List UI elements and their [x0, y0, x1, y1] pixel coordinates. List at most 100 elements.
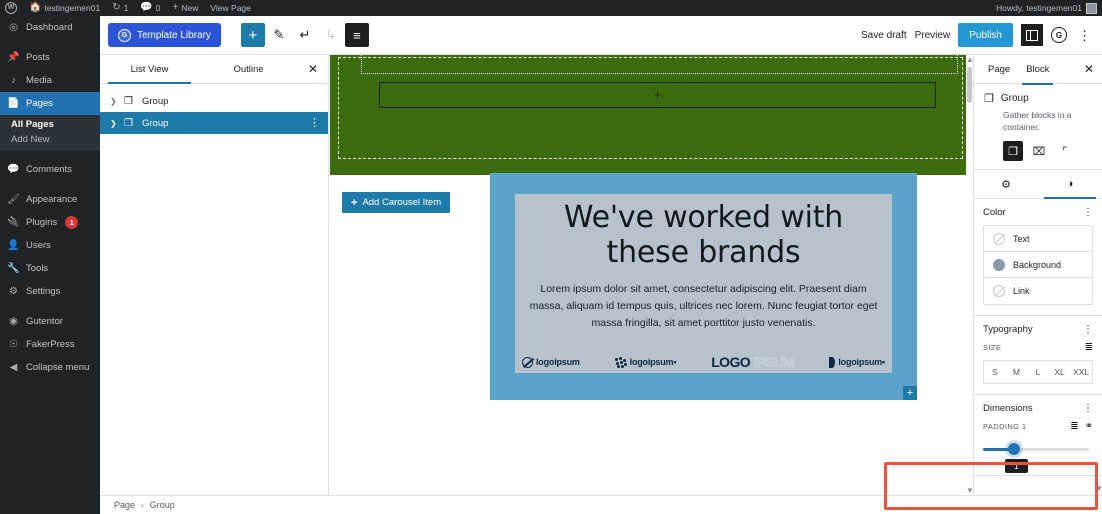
- sidebar-item-appearance[interactable]: 🖌 Appearance: [0, 188, 100, 211]
- group-row-icon[interactable]: ⌧: [1029, 141, 1049, 161]
- gutentor-icon[interactable]: G: [1051, 27, 1067, 43]
- scroll-up-arrow-icon[interactable]: ▲: [966, 55, 974, 64]
- tab-styles[interactable]: ◑: [1038, 170, 1102, 200]
- color-option-text[interactable]: Text: [984, 226, 1092, 253]
- page-title[interactable]: We've worked with these brands: [515, 194, 892, 271]
- color-swatch: [993, 258, 1005, 271]
- submenu-item-all-pages[interactable]: All Pages: [0, 117, 100, 132]
- brand-logo-1[interactable]: logoipsum: [522, 356, 580, 368]
- dimensions-panel: Dimensions ⋮ PADDING 1 ≣ ⚭ 1: [974, 395, 1102, 477]
- add-carousel-item-button[interactable]: + Add Carousel Item: [342, 192, 451, 213]
- sliders-icon[interactable]: ≣: [1070, 421, 1078, 432]
- list-item[interactable]: ❯ ❐ Group ⋮: [100, 112, 328, 134]
- kebab-menu-icon[interactable]: ⋮: [1083, 403, 1093, 414]
- chevron-right-icon[interactable]: ❯: [110, 97, 117, 106]
- canvas-scrollbar[interactable]: ▲ ▼: [966, 55, 974, 495]
- padding-row: PADDING 1 ≣ ⚭: [983, 421, 1093, 432]
- chevron-right-icon[interactable]: ❯: [110, 119, 117, 128]
- scroll-down-arrow-icon[interactable]: ▼: [966, 486, 974, 495]
- carousel-item-block-2[interactable]: +: [379, 82, 936, 108]
- home-icon: 🏠: [29, 2, 42, 13]
- brand-logo-3[interactable]: LOGO IPSUM: [711, 354, 795, 371]
- slider-track[interactable]: [983, 448, 1089, 452]
- sidebar-item-posts[interactable]: 📌 Posts: [0, 46, 100, 69]
- preview-button[interactable]: Preview: [915, 30, 951, 41]
- slider-handle[interactable]: [1008, 443, 1021, 456]
- template-library-button[interactable]: G Template Library: [108, 23, 221, 47]
- sidebar-item-settings[interactable]: ⚙ Settings: [0, 280, 100, 303]
- kebab-menu-icon[interactable]: ⋮: [1083, 207, 1093, 218]
- sidebar-item-dashboard[interactable]: ◎ Dashboard: [0, 16, 100, 39]
- sidebar-scroll-down-arrow-icon[interactable]: ▼: [1095, 484, 1102, 493]
- group-stretch-icon[interactable]: ⌜: [1055, 141, 1075, 161]
- tab-block[interactable]: Block: [1018, 55, 1057, 85]
- updates-menu[interactable]: ↻ 1: [106, 0, 134, 16]
- color-option-background[interactable]: Background: [984, 252, 1092, 279]
- close-icon[interactable]: ✕: [298, 55, 328, 83]
- sliders-icon[interactable]: ≣: [1085, 342, 1093, 353]
- sidebar-item-tools[interactable]: 🔧 Tools: [0, 257, 100, 280]
- editor-canvas[interactable]: + + Add Carousel Item We've worked with …: [329, 55, 973, 495]
- sidebar-item-collapse-menu[interactable]: ◀ Collapse menu: [0, 356, 100, 379]
- font-size-s[interactable]: S: [984, 361, 1006, 383]
- breadcrumb-item-group[interactable]: Group: [150, 500, 175, 510]
- font-size-l[interactable]: L: [1027, 361, 1049, 383]
- sidebar-item-gutentor[interactable]: ◉ Gutentor: [0, 310, 100, 333]
- redo-button[interactable]: ↳: [319, 23, 343, 47]
- save-draft-button[interactable]: Save draft: [861, 30, 907, 41]
- brands-group-block[interactable]: We've worked with these brands Lorem ips…: [490, 173, 917, 400]
- carousel-group-block[interactable]: +: [330, 55, 973, 175]
- kebab-menu-icon[interactable]: ⋮: [1075, 29, 1094, 42]
- site-name-menu[interactable]: 🏠 testingemen01: [23, 0, 106, 16]
- list-view-button[interactable]: ≡: [344, 23, 369, 47]
- tab-list-view[interactable]: List View: [100, 55, 199, 84]
- account-menu[interactable]: Howdy, testingemen01: [996, 2, 1102, 14]
- plus-icon[interactable]: +: [654, 89, 661, 101]
- kebab-menu-icon[interactable]: ⋮: [309, 117, 320, 129]
- sidebar-item-plugins[interactable]: 🔌 Plugins 1: [0, 211, 100, 234]
- block-appender-button[interactable]: +: [903, 386, 917, 400]
- tab-settings[interactable]: ⚙: [974, 170, 1038, 198]
- sidebar-item-fakerpress[interactable]: ☉ FakerPress: [0, 333, 100, 356]
- view-page-link[interactable]: View Page: [204, 0, 256, 16]
- padding-slider[interactable]: 1: [983, 439, 1093, 474]
- publish-button[interactable]: Publish: [958, 23, 1013, 47]
- submenu-item-label: Add New: [11, 134, 50, 145]
- sidebar-item-users[interactable]: 👤 Users: [0, 234, 100, 257]
- brands-inner-container[interactable]: We've worked with these brands Lorem ips…: [515, 194, 892, 373]
- sidebar-item-comments[interactable]: 💬 Comments: [0, 158, 100, 181]
- kebab-menu-icon[interactable]: ⋮: [1083, 324, 1093, 335]
- font-size-xl[interactable]: XL: [1049, 361, 1071, 383]
- size-label: S: [991, 367, 998, 378]
- tool-select-button[interactable]: ✎: [267, 23, 291, 47]
- font-size-xxl[interactable]: XXL: [1070, 361, 1092, 383]
- scrollbar-thumb[interactable]: [967, 67, 972, 103]
- add-carousel-item-label: Add Carousel Item: [362, 197, 442, 208]
- breadcrumb-item-page[interactable]: Page: [114, 500, 135, 510]
- new-content-menu[interactable]: + New: [167, 0, 205, 16]
- settings-panel-toggle[interactable]: [1021, 24, 1043, 46]
- submenu-item-add-new[interactable]: Add New: [0, 132, 100, 147]
- list-view-icon: ≡: [353, 27, 361, 43]
- brands-paragraph[interactable]: Lorem ipsum dolor sit amet, consectetur …: [515, 271, 892, 332]
- sidebar-item-media[interactable]: ♪ Media: [0, 69, 100, 92]
- group-stack-icon[interactable]: ❐: [1003, 141, 1023, 162]
- undo-button[interactable]: ↵: [293, 23, 317, 47]
- font-size-m[interactable]: M: [1006, 361, 1028, 383]
- add-block-button[interactable]: +: [240, 23, 265, 47]
- list-item[interactable]: ❯ ❐ Group: [100, 90, 328, 112]
- wp-admin-menu: ◎ Dashboard 📌 Posts ♪ Media 📄 Pages All …: [0, 16, 100, 514]
- typography-panel: Typography ⋮ SIZE ≣ S M L XL XXL: [974, 316, 1102, 396]
- comments-menu[interactable]: 💬 0: [134, 0, 166, 16]
- close-icon[interactable]: ✕: [1084, 62, 1096, 76]
- brand-logo-2[interactable]: logoipsum•: [614, 356, 676, 368]
- color-option-link[interactable]: Link: [984, 278, 1092, 304]
- plus-icon: +: [248, 26, 258, 44]
- tab-page[interactable]: Page: [980, 55, 1018, 84]
- brand-logo-4[interactable]: logoipsum•: [829, 356, 885, 368]
- block-outline-outer: +: [338, 55, 963, 159]
- link-sides-icon[interactable]: ⚭: [1085, 421, 1093, 432]
- tab-outline[interactable]: Outline: [199, 55, 298, 83]
- sidebar-item-pages[interactable]: 📄 Pages: [0, 92, 100, 115]
- wp-logo-menu[interactable]: [0, 0, 23, 16]
